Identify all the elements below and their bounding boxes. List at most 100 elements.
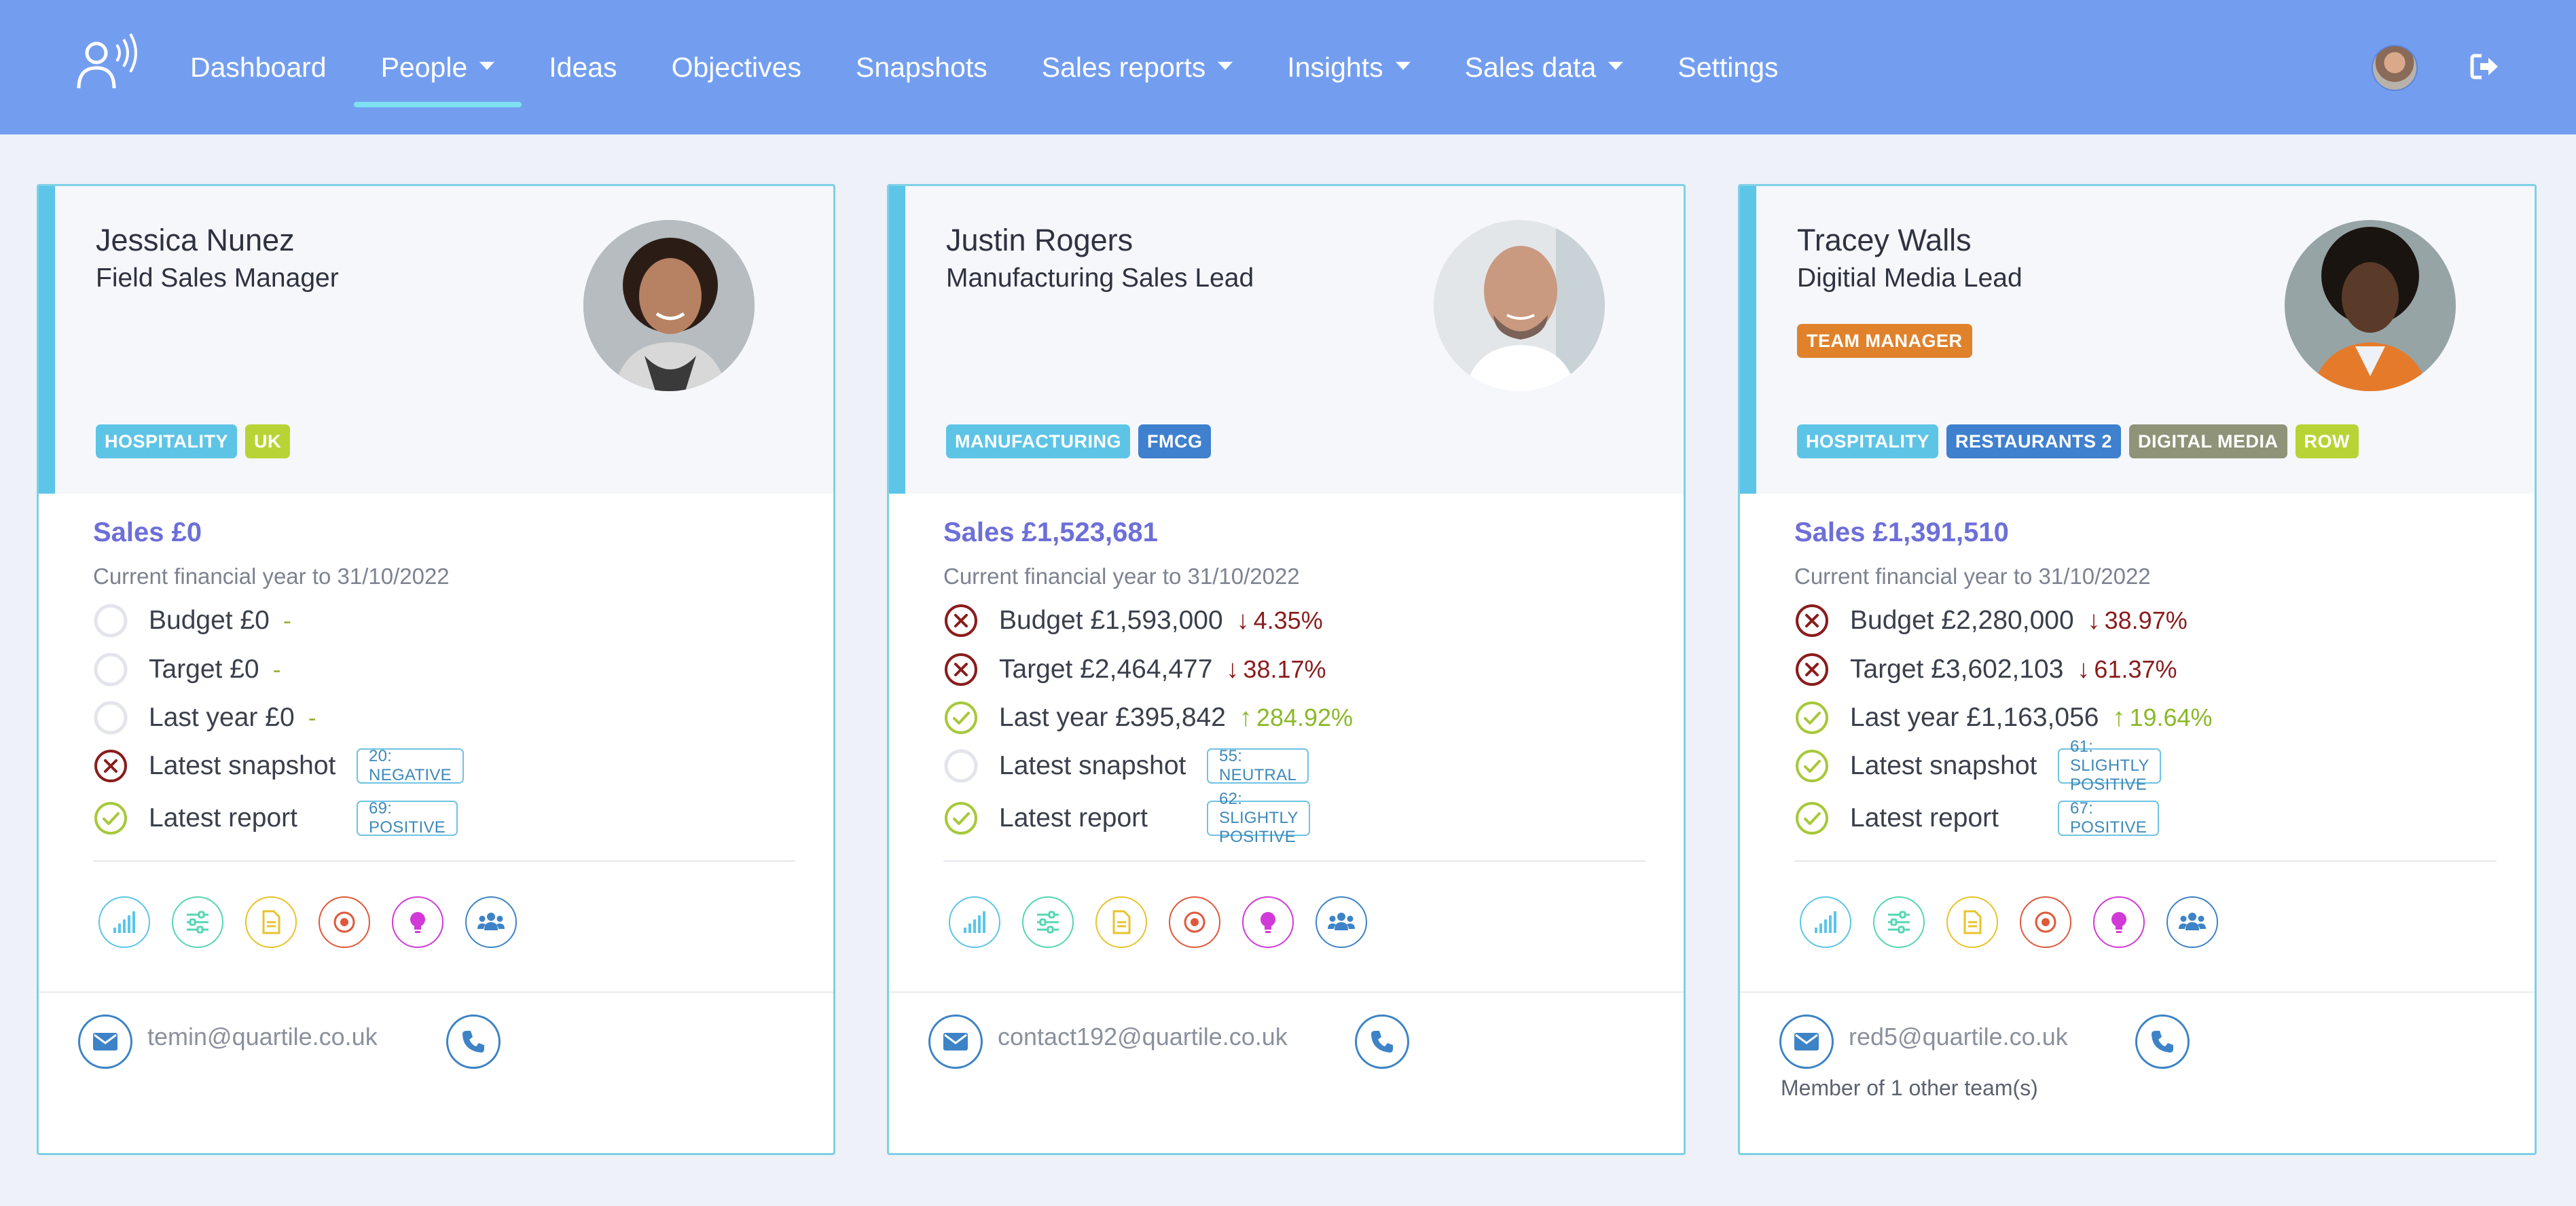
x-circle-icon (1796, 653, 1828, 686)
phone-button[interactable] (2135, 1015, 2190, 1069)
phone-icon (2152, 1031, 2173, 1053)
email-address[interactable]: contact192@quartile.co.uk (998, 1023, 1288, 1051)
caret-down-icon (1218, 62, 1233, 70)
team-button[interactable] (465, 896, 517, 948)
phone-button[interactable] (446, 1015, 501, 1069)
tag-badge[interactable]: HOSPITALITY (96, 424, 238, 458)
change-value: 19.64% (2129, 704, 2213, 731)
divider (1794, 860, 2497, 862)
change-indicator: ↓ 38.17% (1226, 655, 1326, 684)
tag-badge[interactable]: UK (245, 424, 291, 458)
document-button[interactable] (1095, 896, 1147, 948)
email-button[interactable] (928, 1015, 983, 1069)
sales-chart-button[interactable] (949, 896, 1000, 948)
nav-item-objectives[interactable]: Objectives (645, 0, 829, 134)
empty-circle-icon (94, 604, 128, 638)
tag-badge[interactable]: MANUFACTURING (946, 424, 1130, 458)
footer-divider (39, 991, 833, 993)
person-title: Field Sales Manager (96, 263, 339, 293)
nav-item-people[interactable]: People (353, 0, 522, 134)
profile-photo[interactable] (2285, 220, 2456, 391)
target-icon (331, 909, 358, 936)
nav-item-dashboard[interactable]: Dashboard (163, 0, 354, 134)
report-sentiment-badge[interactable]: 69: POSITIVE (357, 799, 458, 837)
role-badge: TEAM MANAGER (1797, 324, 1972, 358)
x-circle-icon (945, 653, 977, 686)
target-button[interactable] (319, 896, 370, 948)
target-button[interactable] (2020, 896, 2071, 948)
footer-divider (889, 991, 1684, 993)
metric-row-latest-report: Latest report (93, 798, 297, 839)
snapshot-sentiment-badge[interactable]: 55: NEUTRAL (1207, 747, 1309, 784)
person-name[interactable]: Justin Rogers (946, 223, 1133, 258)
nav-item-ideas[interactable]: Ideas (522, 0, 644, 134)
lightbulb-button[interactable] (1242, 896, 1294, 948)
nav-item-settings[interactable]: Settings (1650, 0, 1805, 134)
profile-photo[interactable] (1434, 220, 1605, 391)
nav-item-label: People (380, 51, 468, 83)
change-value: 4.35% (1253, 606, 1323, 634)
sliders-button[interactable] (172, 896, 223, 948)
nav-item-label: Sales reports (1041, 51, 1206, 83)
document-button[interactable] (1946, 896, 1998, 948)
phone-icon (1371, 1031, 1393, 1053)
lightbulb-icon (2105, 909, 2133, 936)
user-avatar[interactable] (2372, 45, 2418, 91)
tag-badge[interactable]: FMCG (1138, 424, 1212, 458)
person-card: Jessica Nunez Field Sales Manager HOSPIT… (37, 184, 835, 1155)
x-circle-icon (945, 604, 977, 637)
sales-chart-button[interactable] (1800, 896, 1851, 948)
sales-chart-button[interactable] (98, 896, 150, 948)
divider (943, 860, 1646, 862)
metric-row-last-year: Last year £1,163,056 ↑ 19.64% (1794, 697, 2213, 738)
nav-item-sales-reports[interactable]: Sales reports (1015, 0, 1260, 134)
tag-badge[interactable]: RESTAURANTS 2 (1946, 424, 2122, 458)
phone-button[interactable] (1355, 1015, 1409, 1069)
change-indicator: ↓ 4.35% (1237, 606, 1323, 636)
lightbulb-button[interactable] (2093, 896, 2145, 948)
metric-label: Target £0 (149, 655, 259, 684)
nav-item-sales-data[interactable]: Sales data (1438, 0, 1651, 134)
nav-item-insights[interactable]: Insights (1260, 0, 1437, 134)
report-sentiment-badge[interactable]: 67: POSITIVE (2058, 799, 2160, 837)
empty-circle-icon (94, 653, 128, 687)
x-circle-icon (94, 750, 127, 782)
action-icons (949, 896, 1367, 948)
nav-item-label: Ideas (549, 51, 617, 83)
sign-out-icon[interactable] (2469, 52, 2499, 81)
envelope-icon (943, 1033, 968, 1050)
target-button[interactable] (1169, 896, 1220, 948)
email-address[interactable]: red5@quartile.co.uk (1849, 1023, 2068, 1051)
action-icons (1800, 896, 2218, 948)
snapshot-sentiment-badge[interactable]: 61: SLIGHTLY POSITIVE (2058, 737, 2162, 794)
speaking-person-icon[interactable] (73, 30, 141, 95)
team-button[interactable] (2166, 896, 2218, 948)
team-button[interactable] (1316, 896, 1367, 948)
email-button[interactable] (78, 1015, 132, 1069)
footer-divider (1740, 991, 2535, 993)
report-sentiment-badge[interactable]: 62: SLIGHTLY POSITIVE (1207, 790, 1311, 846)
nav-item-snapshots[interactable]: Snapshots (829, 0, 1015, 134)
metric-row-latest-snapshot: Latest snapshot (93, 746, 335, 786)
lightbulb-button[interactable] (392, 896, 443, 948)
tag-badge[interactable]: HOSPITALITY (1797, 424, 1939, 458)
tag-badge[interactable]: DIGITAL MEDIA (2129, 424, 2287, 458)
sales-total: Sales £0 (93, 517, 202, 547)
snapshot-sentiment-badge[interactable]: 20: NEGATIVE (357, 747, 464, 784)
financial-year-note: Current financial year to 31/10/2022 (943, 564, 1300, 589)
team-icon (2177, 909, 2207, 936)
financial-year-note: Current financial year to 31/10/2022 (1794, 564, 2151, 589)
sales-total: Sales £1,391,510 (1794, 517, 2009, 547)
metric-label: Budget £2,280,000 (1850, 606, 2074, 635)
sliders-button[interactable] (1022, 896, 1074, 948)
profile-photo[interactable] (583, 220, 755, 391)
sliders-button[interactable] (1873, 896, 1925, 948)
document-button[interactable] (245, 896, 297, 948)
person-name[interactable]: Jessica Nunez (96, 223, 295, 258)
email-address[interactable]: temin@quartile.co.uk (147, 1023, 378, 1051)
metric-label: Last year £395,842 (999, 703, 1226, 732)
email-button[interactable] (1779, 1015, 1834, 1069)
tag-badge[interactable]: ROW (2295, 424, 2359, 458)
divider (93, 860, 795, 862)
person-name[interactable]: Tracey Walls (1797, 223, 1972, 258)
